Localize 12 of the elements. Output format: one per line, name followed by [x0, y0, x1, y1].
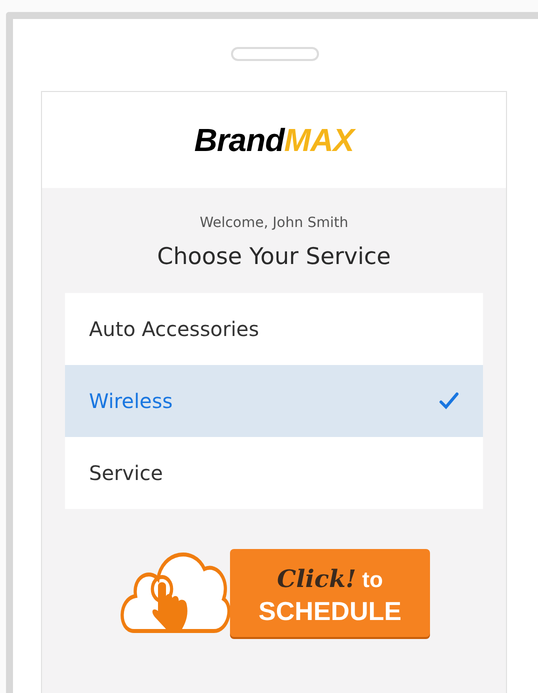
page-heading: Choose Your Service	[157, 243, 391, 272]
click-text: Click!	[277, 563, 356, 595]
logo-brand-text: Brand	[194, 121, 284, 160]
schedule-text: SCHEDULE	[258, 597, 402, 625]
check-icon	[439, 392, 459, 410]
service-option[interactable]: Service	[65, 436, 483, 508]
schedule-button[interactable]: Click! to SCHEDULE	[118, 540, 430, 640]
service-option[interactable]: Wireless	[65, 364, 483, 436]
welcome-text: Welcome, John Smith	[200, 214, 348, 233]
service-option[interactable]: Auto Accessories	[65, 292, 483, 364]
logo-accent-text: MAX	[284, 121, 354, 160]
to-text: to	[362, 566, 383, 594]
